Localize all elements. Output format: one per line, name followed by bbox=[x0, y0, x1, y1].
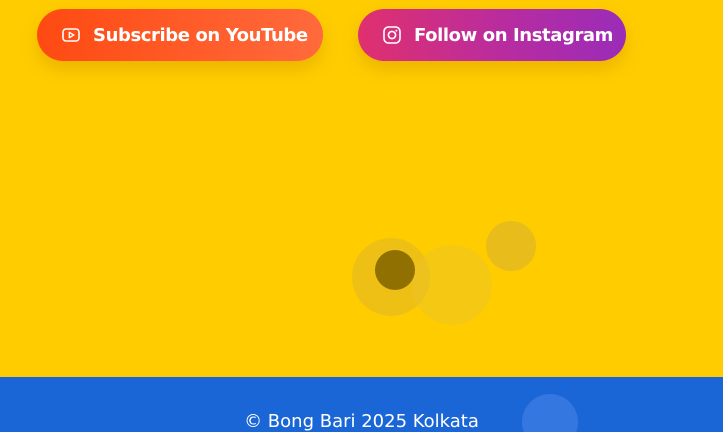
decorative-bubble bbox=[412, 245, 492, 325]
youtube-icon bbox=[61, 25, 81, 45]
decorative-bubble bbox=[486, 221, 536, 271]
follow-instagram-label: Follow on Instagram bbox=[414, 24, 614, 46]
page: Subscribe on YouTube Follow on Instagram… bbox=[0, 0, 723, 432]
decorative-dot bbox=[375, 250, 415, 290]
instagram-icon bbox=[382, 25, 402, 45]
subscribe-youtube-button[interactable]: Subscribe on YouTube bbox=[37, 9, 323, 61]
subscribe-youtube-label: Subscribe on YouTube bbox=[93, 24, 308, 46]
follow-instagram-button[interactable]: Follow on Instagram bbox=[358, 9, 626, 61]
copyright-text: © Bong Bari 2025 Kolkata bbox=[244, 411, 479, 432]
footer: © Bong Bari 2025 Kolkata bbox=[0, 377, 723, 432]
